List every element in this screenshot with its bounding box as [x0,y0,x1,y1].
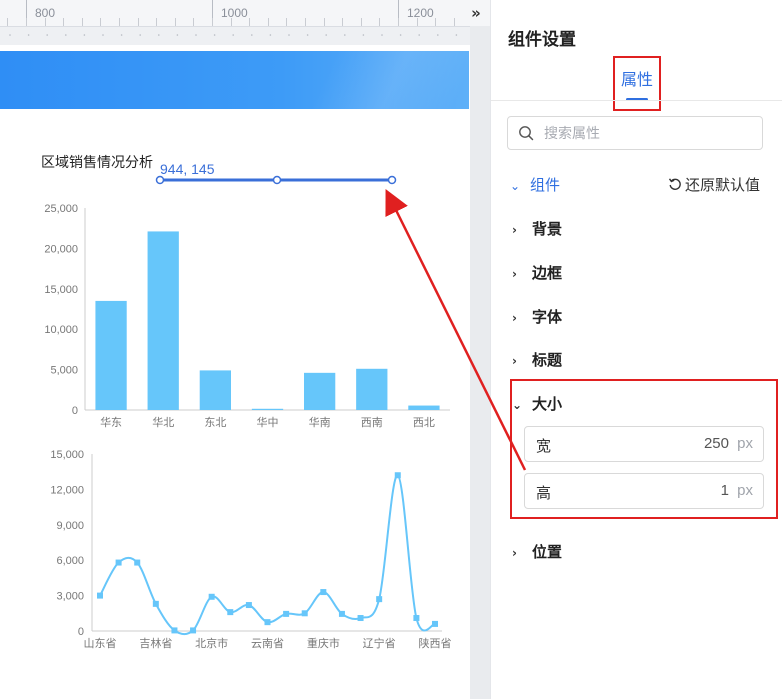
bar-chart-x-tick-label: 华中 [257,415,279,429]
resize-handle-right[interactable] [387,175,397,185]
bar-chart-bar [408,405,440,410]
bar-chart-y-tick-label: 25,000 [44,203,78,215]
line-chart-point [301,610,308,617]
bar-chart-bar [199,370,231,410]
line-chart-series [99,474,436,636]
line-chart-point [264,619,271,626]
line-chart-x-tick-label: 山东省 [84,637,117,650]
line-chart-point [245,602,252,609]
bar-chart-x-tick-label: 华东 [100,415,122,429]
bar-chart-x-tick-label: 东北 [204,416,226,429]
tab-properties-label: 属性 [620,70,653,89]
resize-handle-middle[interactable] [272,175,282,185]
line-chart-point [376,596,383,603]
bar-chart-x-tick-label: 西南 [361,416,383,429]
section-title[interactable]: › 标题 [512,349,562,370]
search-input[interactable] [542,117,756,151]
bar-chart-y-tick-label: 20,000 [44,243,78,255]
coordinate-readout: 944, 145 [160,161,215,177]
undo-icon [668,178,681,190]
line-chart-point [208,593,215,600]
line-chart-point [190,627,197,634]
tab-properties[interactable]: 属性 [613,56,661,111]
line-chart-y-tick-label: 15,000 [50,449,84,461]
line-chart-x-tick-label: 云南省 [251,637,284,650]
line-chart-y-tick-label: 0 [78,626,84,638]
reset-default-button[interactable]: 还原默认值 [668,174,760,195]
bar-chart-bar [356,368,388,410]
width-field[interactable]: 宽 250 px [524,426,764,462]
line-chart-y-tick-label: 9,000 [56,520,84,532]
bar-chart-y-tick-label: 5,000 [50,365,78,377]
bar-chart-y-tick-label: 0 [72,405,78,417]
line-chart-point [338,610,345,617]
chevron-right-icon: › [512,311,517,325]
group-label: 组件 [530,176,561,194]
line-chart-x-tick-label: 北京市 [195,636,228,650]
section-label: 标题 [532,351,563,369]
line-chart-x-tick-label: 辽宁省 [363,636,396,650]
line-chart-point [394,472,401,479]
panel-title: 组件设置 [508,30,576,50]
section-position[interactable]: › 位置 [512,541,562,562]
line-chart-point [413,615,420,622]
chevron-down-icon: ⌄ [510,179,521,193]
section-font[interactable]: › 字体 [512,306,562,327]
line-chart-point [227,609,234,616]
section-label: 边框 [532,264,563,282]
chevron-right-icon: › [512,223,517,237]
section-label: 大小 [532,395,563,413]
bar-chart-x-tick-label: 西北 [413,416,435,429]
section-background[interactable]: › 背景 [512,218,562,239]
line-chart-point [283,610,290,617]
search-icon [519,126,534,141]
line-chart-point [320,589,327,596]
section-label: 背景 [532,220,563,238]
bar-chart-y-tick-label: 10,000 [44,324,78,336]
section-label: 字体 [532,308,563,326]
width-value[interactable]: 250 [704,435,729,452]
chevron-right-icon: › [512,267,517,281]
selected-line-component[interactable] [0,0,490,200]
chevron-right-icon: › [512,546,517,560]
bar-chart-bar [304,372,336,410]
height-unit: px [737,482,753,499]
resize-handle-left[interactable] [155,175,165,185]
chevron-down-icon: ⌄ [512,398,523,412]
width-unit: px [737,435,753,452]
height-field[interactable]: 高 1 px [524,473,764,509]
line-chart-y-tick-label: 3,000 [56,591,84,603]
line-chart-point [152,600,159,607]
line-chart-y-tick-label: 12,000 [50,484,84,496]
line-chart-y-tick-label: 6,000 [56,555,84,567]
group-component-toggle[interactable]: ⌄ 组件 [510,174,560,195]
line-chart-x-tick-label: 吉林省 [139,636,172,650]
section-size[interactable]: ⌄ 大小 [512,393,562,414]
bar-chart-x-tick-label: 华南 [309,415,331,429]
reset-default-label: 还原默认值 [685,176,761,194]
bar-chart-y-tick-label: 15,000 [44,284,78,296]
chevron-right-icon: › [512,354,517,368]
line-chart-point [171,627,178,634]
bar-chart[interactable]: 0 5,000 10,000 15,000 20,000 25,000 华东 华北 东北 华中 华南… [0,195,470,435]
height-label: 高 [536,484,552,502]
line-chart-x-tick-label: 重庆市 [307,636,340,650]
line-chart-point [432,620,438,627]
line-chart-point [97,592,103,599]
section-label: 位置 [532,543,563,561]
line-chart-x-tick-label: 陕西省 [419,636,452,650]
line-chart[interactable]: 0 3,000 6,000 9,000 12,000 15,000 山东省 吉林省 北京市 云南省… [0,440,470,660]
line-chart-point [134,559,141,566]
line-chart-point [357,615,364,622]
panel-divider [491,100,782,101]
bar-chart-bar [251,408,284,410]
width-label: 宽 [536,437,552,455]
search-box[interactable] [507,116,763,151]
bar-chart-bar [147,231,179,410]
section-border[interactable]: › 边框 [512,262,562,283]
bar-chart-bar [95,300,127,410]
height-value[interactable]: 1 [721,482,729,499]
bar-chart-x-tick-label: 华北 [152,415,174,429]
line-chart-point [115,559,122,566]
